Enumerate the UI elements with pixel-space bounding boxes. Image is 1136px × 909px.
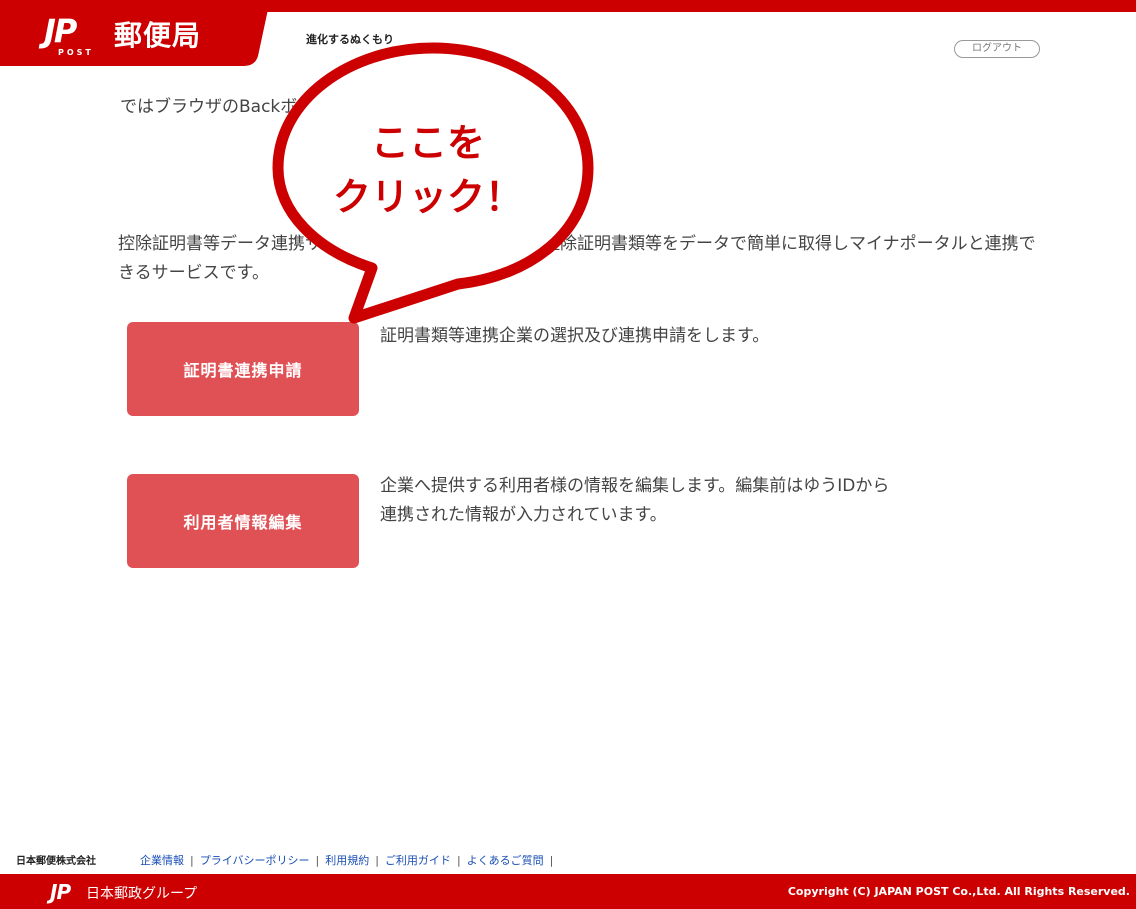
footer-link-faq[interactable]: よくあるご質問 [467, 854, 544, 867]
group-logo-mark: JP [50, 880, 71, 904]
footer-company-name: 日本郵便株式会社 [16, 856, 96, 867]
certificate-link-request-button[interactable]: 証明書連携申請 [127, 322, 359, 416]
footer-separator: | [549, 854, 554, 867]
callout-line-2: クリック！ [332, 175, 523, 219]
footer-link-privacy-policy[interactable]: プライバシーポリシー [200, 854, 310, 867]
user-info-edit-button[interactable]: 利用者情報編集 [127, 474, 359, 568]
footer-link-corporate-info[interactable]: 企業情報 [140, 854, 184, 867]
back-button-notice: ではブラウザのBackボタンは使用しないでください。 [120, 97, 535, 117]
post-logo-text: POST [58, 48, 94, 57]
callout-line-1: ここを [370, 121, 485, 165]
jp-logo-mark: JP [44, 12, 77, 50]
footer-separator: | [315, 854, 320, 867]
footer-link-list: 企業情報 | プライバシーポリシー | 利用規約 | ご利用ガイド | よくあるご質問 | [140, 852, 559, 868]
footer-link-usage-guide[interactable]: ご利用ガイド [385, 854, 451, 867]
intro-text: 控除証明書等データ連携サービスは、金融機関等発行の控除証明書類等をデータで簡単に… [118, 234, 1036, 283]
footer-separator: | [190, 854, 194, 867]
group-name: 日本郵政グループ [86, 886, 198, 902]
logout-button[interactable]: ログアウト [954, 40, 1040, 58]
brand-name: 郵便局 [114, 19, 202, 52]
footer-separator: | [375, 854, 379, 867]
footer-separator: | [456, 854, 461, 867]
footer-links: 日本郵便株式会社 企業情報 | プライバシーポリシー | 利用規約 | ご利用ガイド | よくあ… [0, 848, 1136, 870]
logo-area[interactable]: JP POST 郵便局 [0, 0, 270, 68]
certificate-link-request-description: 証明書類等連携企業の選択及び連携申請をします。 [380, 326, 770, 346]
footer-link-terms[interactable]: 利用規約 [325, 854, 369, 867]
copyright: Copyright (C) JAPAN POST Co.,Ltd. All Ri… [787, 885, 1130, 898]
service-name: 進化するぬくもり [306, 33, 394, 46]
footer-bar: JP 日本郵政グループ Copyright (C) JAPAN POST Co.… [0, 874, 1136, 909]
user-info-edit-description: 企業へ提供する利用者様の情報を編集します。編集前はゆうIDから連携された情報が入… [380, 476, 890, 525]
